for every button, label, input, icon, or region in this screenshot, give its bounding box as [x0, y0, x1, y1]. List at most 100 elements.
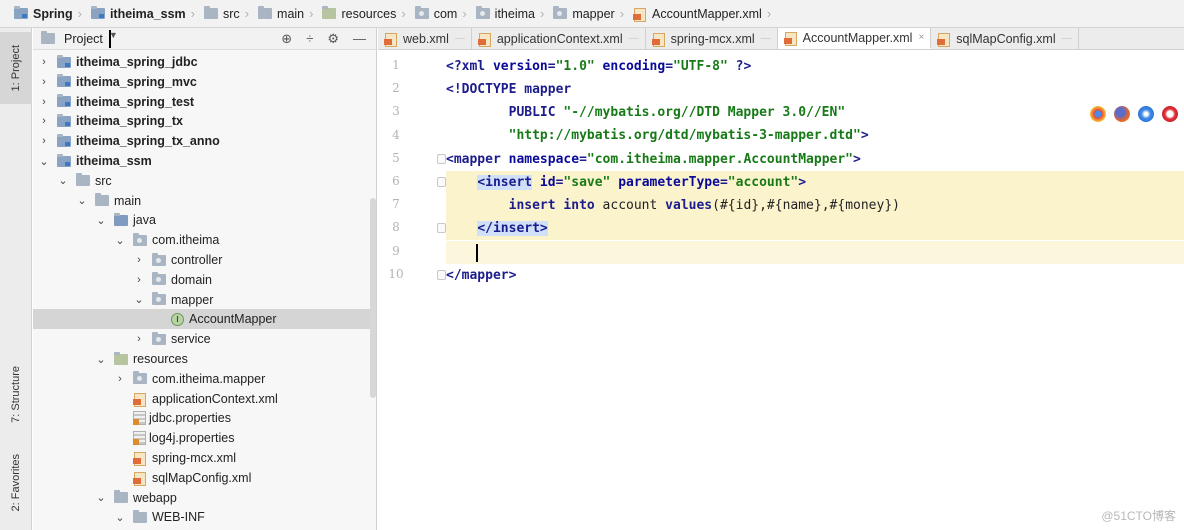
code-line-10[interactable]: </mapper> [446, 264, 1184, 287]
chevron-down-icon[interactable]: ⌄ [113, 511, 127, 524]
fold-toggle-icon[interactable] [437, 269, 446, 280]
code-line-2[interactable]: <!DOCTYPE mapper [446, 78, 1184, 101]
tree-item-log4j-properties[interactable]: log4j.properties [33, 428, 376, 448]
chevron-down-icon[interactable]: ⌄ [113, 234, 127, 247]
code-line-1[interactable]: <? xml version = "1.0" encoding = "UTF-8" ?> [446, 55, 1184, 78]
breadcrumb-item[interactable]: main › [258, 0, 322, 27]
fold-toggle-icon[interactable] [437, 223, 446, 234]
opera-icon[interactable] [1162, 106, 1178, 122]
chevron-down-icon[interactable]: ⌄ [37, 155, 51, 168]
tree-item-sqlmapconfig-xml[interactable]: sqlMapConfig.xml [33, 468, 376, 488]
close-icon[interactable]: × [918, 32, 924, 43]
tree-item-controller[interactable]: › controller [33, 250, 376, 270]
safari-icon[interactable] [1138, 106, 1154, 122]
close-icon[interactable]: — [455, 33, 465, 44]
tree-item-itheima-ssm[interactable]: ⌄ itheima_ssm [33, 151, 376, 171]
tree-item-resources[interactable]: ⌄ resources [33, 349, 376, 369]
breadcrumb-item[interactable]: src › [204, 0, 258, 27]
chevron-right-icon[interactable]: › [37, 96, 51, 108]
chevron-right-icon[interactable]: › [132, 333, 146, 345]
code-token: = [579, 152, 587, 167]
tab-accountmapper-xml[interactable]: AccountMapper.xml × [777, 28, 932, 49]
code-token: "-//mybatis.org//DTD Mapper 3.0//EN" [563, 105, 846, 120]
tab-sqlmapconfig-xml[interactable]: sqlMapConfig.xml — [931, 28, 1079, 49]
tree-item-java[interactable]: ⌄ java [33, 210, 376, 230]
fold-toggle-icon[interactable] [437, 153, 446, 164]
close-icon[interactable]: — [629, 33, 639, 44]
tab-web-xml[interactable]: web.xml — [378, 28, 472, 49]
collapse-all-icon[interactable]: ÷ [306, 31, 313, 47]
close-icon[interactable]: — [761, 33, 771, 44]
tree-item-accountmapper[interactable]: I AccountMapper [33, 309, 376, 330]
breadcrumb-item[interactable]: Spring › [14, 0, 91, 27]
tree-item-mapper[interactable]: ⌄ mapper [33, 290, 376, 310]
chevron-down-icon[interactable]: ⌄ [75, 194, 89, 207]
code-line-4[interactable]: "http://mybatis.org/dtd/mybatis-3-mapper… [446, 124, 1184, 147]
firefox-icon[interactable] [1114, 106, 1130, 122]
chrome-icon[interactable] [1090, 106, 1106, 122]
tree-item-src[interactable]: ⌄ src [33, 171, 376, 191]
breadcrumb-item[interactable]: AccountMapper.xml › [633, 0, 780, 27]
code-line-3[interactable]: PUBLIC "-//mybatis.org//DTD Mapper 3.0//… [446, 101, 1184, 124]
tree-item-itheima-spring-tx-anno[interactable]: › itheima_spring_tx_anno [33, 131, 376, 151]
code-token: mapper [453, 152, 509, 167]
code-line-8[interactable]: </insert> [446, 217, 1184, 240]
chevron-right-icon[interactable]: › [37, 56, 51, 68]
structure-tool-tab[interactable]: 7: Structure [0, 344, 32, 444]
chevron-right-icon[interactable]: › [37, 76, 51, 88]
line-number: 9 [392, 243, 400, 258]
tree-item-domain[interactable]: › domain [33, 270, 376, 290]
locate-icon[interactable]: ⊕ [281, 31, 292, 47]
chevron-down-icon[interactable]: ⌄ [94, 214, 108, 227]
breadcrumb-item[interactable]: resources › [322, 0, 414, 27]
project-scrollbar[interactable] [370, 198, 376, 398]
fold-toggle-icon[interactable] [437, 177, 446, 187]
tree-item-com-itheima[interactable]: ⌄ com.itheima [33, 230, 376, 250]
chevron-down-icon[interactable]: ⌄ [94, 353, 108, 366]
tree-item-itheima-spring-test[interactable]: › itheima_spring_test [33, 92, 376, 112]
code-token: insert into [508, 198, 603, 213]
breadcrumb-item[interactable]: itheima_ssm › [90, 0, 204, 27]
tree-item-service[interactable]: › service [33, 329, 376, 349]
tree-item-label: webapp [133, 490, 177, 505]
tab-spring-mcx-xml[interactable]: spring-mcx.xml — [646, 28, 778, 49]
chevron-right-icon[interactable]: › [37, 115, 51, 127]
breadcrumb-item[interactable]: itheima › [475, 0, 554, 27]
tree-item-web-inf[interactable]: ⌄ WEB-INF [33, 507, 376, 527]
code-line-7[interactable]: insert into account values (#{id},#{name}… [446, 194, 1184, 217]
tree-item-main[interactable]: ⌄ main [33, 191, 376, 211]
code-token: parameterType [610, 175, 720, 190]
tree-item-itheima-spring-mvc[interactable]: › itheima_spring_mvc [33, 72, 376, 92]
code-area[interactable]: <? xml version = "1.0" encoding = "UTF-8" ?> … [446, 51, 1184, 530]
code-token: "save" [563, 175, 611, 190]
chevron-right-icon[interactable]: › [132, 254, 146, 266]
chevron-down-icon[interactable]: ⌄ [132, 293, 146, 306]
chevron-right-icon[interactable]: › [37, 135, 51, 147]
module-icon [57, 54, 71, 68]
project-panel-title[interactable]: Project [64, 32, 103, 46]
tree-item-spring-mcx-xml[interactable]: spring-mcx.xml [33, 448, 376, 468]
code-line-5[interactable]: < mapper namespace = "com.itheima.mapper.Ac… [446, 148, 1184, 171]
chevron-right-icon[interactable]: › [113, 373, 127, 385]
chevron-right-icon[interactable]: › [132, 274, 146, 286]
chevron-down-icon[interactable]: ⌄ [94, 491, 108, 504]
code-line-6[interactable]: <insert id = "save" parameterType = "account… [446, 171, 1184, 194]
tab-applicationcontext-xml[interactable]: applicationContext.xml — [472, 28, 646, 49]
code-line-9[interactable] [446, 241, 1184, 264]
tree-item-itheima-spring-tx[interactable]: › itheima_spring_tx [33, 111, 376, 131]
favorites-tool-tab[interactable]: 2: Favorites [0, 438, 32, 528]
tree-item-jdbc-properties[interactable]: jdbc.properties [33, 408, 376, 428]
gear-icon[interactable]: ⚙ [327, 31, 339, 47]
chevron-down-icon[interactable]: ▼ [108, 29, 118, 48]
tree-item-webapp[interactable]: ⌄ webapp [33, 488, 376, 508]
hide-panel-icon[interactable]: — [353, 31, 366, 47]
tree-item-com-itheima-mapper[interactable]: › com.itheima.mapper [33, 369, 376, 389]
breadcrumb-item[interactable]: mapper › [553, 0, 633, 27]
breadcrumb-item[interactable]: com › [414, 0, 476, 27]
project-tool-tab[interactable]: 1: Project [0, 32, 32, 104]
code-token: = [547, 59, 556, 74]
tree-item-applicationcontext-xml[interactable]: applicationContext.xml [33, 389, 376, 409]
close-icon[interactable]: — [1062, 33, 1072, 44]
tree-item-itheima-spring-jdbc[interactable]: › itheima_spring_jdbc [33, 52, 376, 72]
chevron-down-icon[interactable]: ⌄ [56, 174, 70, 187]
